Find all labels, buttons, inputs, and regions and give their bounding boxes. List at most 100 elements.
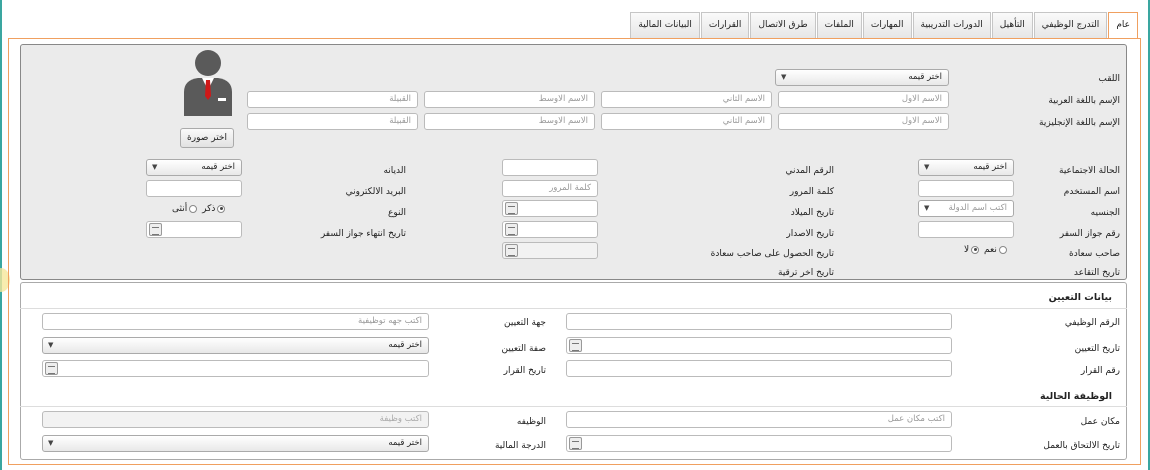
- gender-label: النوع: [388, 208, 406, 218]
- birth-date-label: تاريخ الميلاد: [790, 208, 834, 218]
- nationality-select[interactable]: اكتب اسم الدولة ▼: [918, 200, 1014, 217]
- calendar-icon[interactable]: [45, 362, 58, 375]
- tab-financial-data[interactable]: البيانات المالية: [630, 12, 700, 38]
- tab-qualification[interactable]: التأهيل: [991, 12, 1033, 38]
- passport-number-input[interactable]: [918, 221, 1014, 238]
- calendar-icon[interactable]: [149, 223, 162, 236]
- workplace-label: مكان عمل: [1080, 417, 1120, 427]
- tab-career-progression[interactable]: التدرج الوظيفي: [1033, 12, 1108, 38]
- calendar-icon[interactable]: [569, 437, 582, 450]
- marital-status-label: الحالة الاجتماعية: [1059, 166, 1120, 176]
- chevron-down-icon: ▼: [781, 73, 787, 81]
- tab-skills[interactable]: المهارات: [862, 12, 912, 38]
- female-label: أنثى: [172, 204, 188, 214]
- yes-label: نعم: [984, 245, 997, 255]
- email-input[interactable]: [146, 180, 242, 197]
- nationality-label: الجنسيه: [1090, 208, 1120, 218]
- join-date-label: تاريخ الالتحاق بالعمل: [1043, 441, 1120, 451]
- excellency-no-radio[interactable]: [971, 245, 980, 254]
- chevron-down-icon: ▼: [48, 439, 54, 447]
- gender-male-radio[interactable]: [217, 204, 226, 213]
- decision-date-input[interactable]: [42, 360, 429, 377]
- appointment-date-input[interactable]: [566, 337, 952, 354]
- arabic-second-name-input[interactable]: الاسم الثاني: [601, 91, 772, 108]
- chevron-down-icon: ▼: [924, 163, 930, 171]
- section-divider: [20, 308, 1127, 309]
- tab-decisions[interactable]: القرارات: [700, 12, 750, 38]
- passport-number-label: رقم جواز السفر: [1059, 229, 1120, 239]
- appointment-heading: بيانات التعيين: [1048, 292, 1112, 303]
- section-divider: [20, 406, 1127, 407]
- excellency-date-input: [502, 242, 598, 259]
- decision-date-label: تاريخ القرار: [503, 366, 546, 376]
- appointment-type-select[interactable]: اختر قيمه ▼: [42, 337, 429, 354]
- tab-bar: عام التدرج الوظيفي التأهيل الدورات التدر…: [629, 12, 1138, 39]
- tab-files[interactable]: الملفات: [816, 12, 862, 38]
- tab-contact-methods[interactable]: طرق الاتصال: [750, 12, 816, 38]
- chevron-down-icon: ▼: [152, 163, 158, 171]
- religion-select[interactable]: اختر قيمه ▼: [146, 159, 242, 176]
- calendar-icon[interactable]: [505, 202, 518, 215]
- civil-number-label: الرقم المدني: [785, 166, 834, 176]
- password-input[interactable]: كلمة المرور: [502, 180, 598, 197]
- current-job-heading: الوظيفة الحالية: [1040, 391, 1112, 402]
- passport-expiry-label: تاريخ انتهاء جواز السفر: [320, 229, 406, 239]
- english-tribe-input[interactable]: القبيلة: [247, 113, 418, 130]
- religion-label: الديانه: [383, 166, 406, 176]
- decision-number-input[interactable]: [566, 360, 952, 377]
- issue-date-input[interactable]: [502, 221, 598, 238]
- appointment-entity-input[interactable]: اكتب جهه توظيفية: [42, 313, 429, 330]
- arabic-middle-name-input[interactable]: الاسم الاوسط: [424, 91, 595, 108]
- join-date-input[interactable]: [566, 435, 952, 452]
- job-number-input[interactable]: [566, 313, 952, 330]
- arabic-first-name-input[interactable]: الاسم الاول: [778, 91, 949, 108]
- gender-female-radio[interactable]: [189, 204, 198, 213]
- financial-grade-select[interactable]: اختر قيمه ▼: [42, 435, 429, 452]
- workplace-input[interactable]: اكتب مكان عمل: [566, 411, 952, 428]
- male-label: ذكر: [202, 204, 216, 214]
- last-promotion-label: تاريخ اخر ترقية: [778, 268, 834, 278]
- calendar-icon[interactable]: [505, 223, 518, 236]
- english-name-label: الإسم باللغة الإنجليزية: [1039, 118, 1120, 128]
- title-select[interactable]: اختر قيمه ▼: [775, 69, 949, 86]
- email-label: البريد الالكتروني: [345, 187, 406, 197]
- financial-grade-label: الدرجة المالية: [494, 441, 546, 451]
- arabic-name-label: الإسم باللغة العربية: [1048, 96, 1120, 106]
- gender-radio-group: ذكر أنثى: [172, 204, 227, 214]
- arabic-tribe-input[interactable]: القبيلة: [247, 91, 418, 108]
- excellency-date-label: تاريخ الحصول على صاحب سعادة: [710, 249, 834, 259]
- passport-expiry-input[interactable]: [146, 221, 242, 238]
- choose-photo-button[interactable]: اختر صورة: [180, 128, 234, 148]
- marital-status-select[interactable]: اختر قيمه ▼: [918, 159, 1014, 176]
- no-label: لا: [964, 245, 970, 255]
- english-second-name-input[interactable]: الاسم الثاني: [601, 113, 772, 130]
- avatar-icon: [184, 50, 232, 116]
- appointment-date-label: تاريخ التعيين: [1074, 344, 1120, 354]
- excellency-yes-radio[interactable]: [998, 245, 1007, 254]
- job-title-label: الوظيفه: [516, 417, 546, 427]
- english-middle-name-input[interactable]: الاسم الاوسط: [424, 113, 595, 130]
- decision-number-label: رقم القرار: [1080, 366, 1120, 376]
- password-label: كلمة المرور: [789, 187, 834, 197]
- job-title-input: اكتب وظيفة: [42, 411, 429, 428]
- english-first-name-input[interactable]: الاسم الاول: [778, 113, 949, 130]
- appointment-entity-label: جهة التعيين: [504, 318, 546, 328]
- issue-date-label: تاريخ الاصدار: [786, 229, 834, 239]
- title-label: اللقب: [1098, 74, 1120, 84]
- username-label: اسم المستخدم: [1063, 187, 1120, 197]
- job-number-label: الرقم الوظيفي: [1064, 318, 1120, 328]
- calendar-icon: [505, 244, 518, 257]
- excellency-radio-group: نعم لا: [964, 245, 1009, 255]
- civil-number-input[interactable]: [502, 159, 598, 176]
- username-input[interactable]: [918, 180, 1014, 197]
- tab-training-courses[interactable]: الدورات التدريبية: [912, 12, 991, 38]
- retirement-date-label: تاريخ التقاعد: [1073, 268, 1120, 278]
- tab-general[interactable]: عام: [1108, 12, 1138, 39]
- birth-date-input[interactable]: [502, 200, 598, 217]
- chevron-down-icon: ▼: [924, 204, 930, 212]
- excellency-label: صاحب سعادة: [1069, 249, 1120, 259]
- left-accent-bar: [0, 0, 2, 470]
- calendar-icon[interactable]: [569, 339, 582, 352]
- chevron-down-icon: ▼: [48, 341, 54, 349]
- appointment-type-label: صفة التعيين: [501, 344, 546, 354]
